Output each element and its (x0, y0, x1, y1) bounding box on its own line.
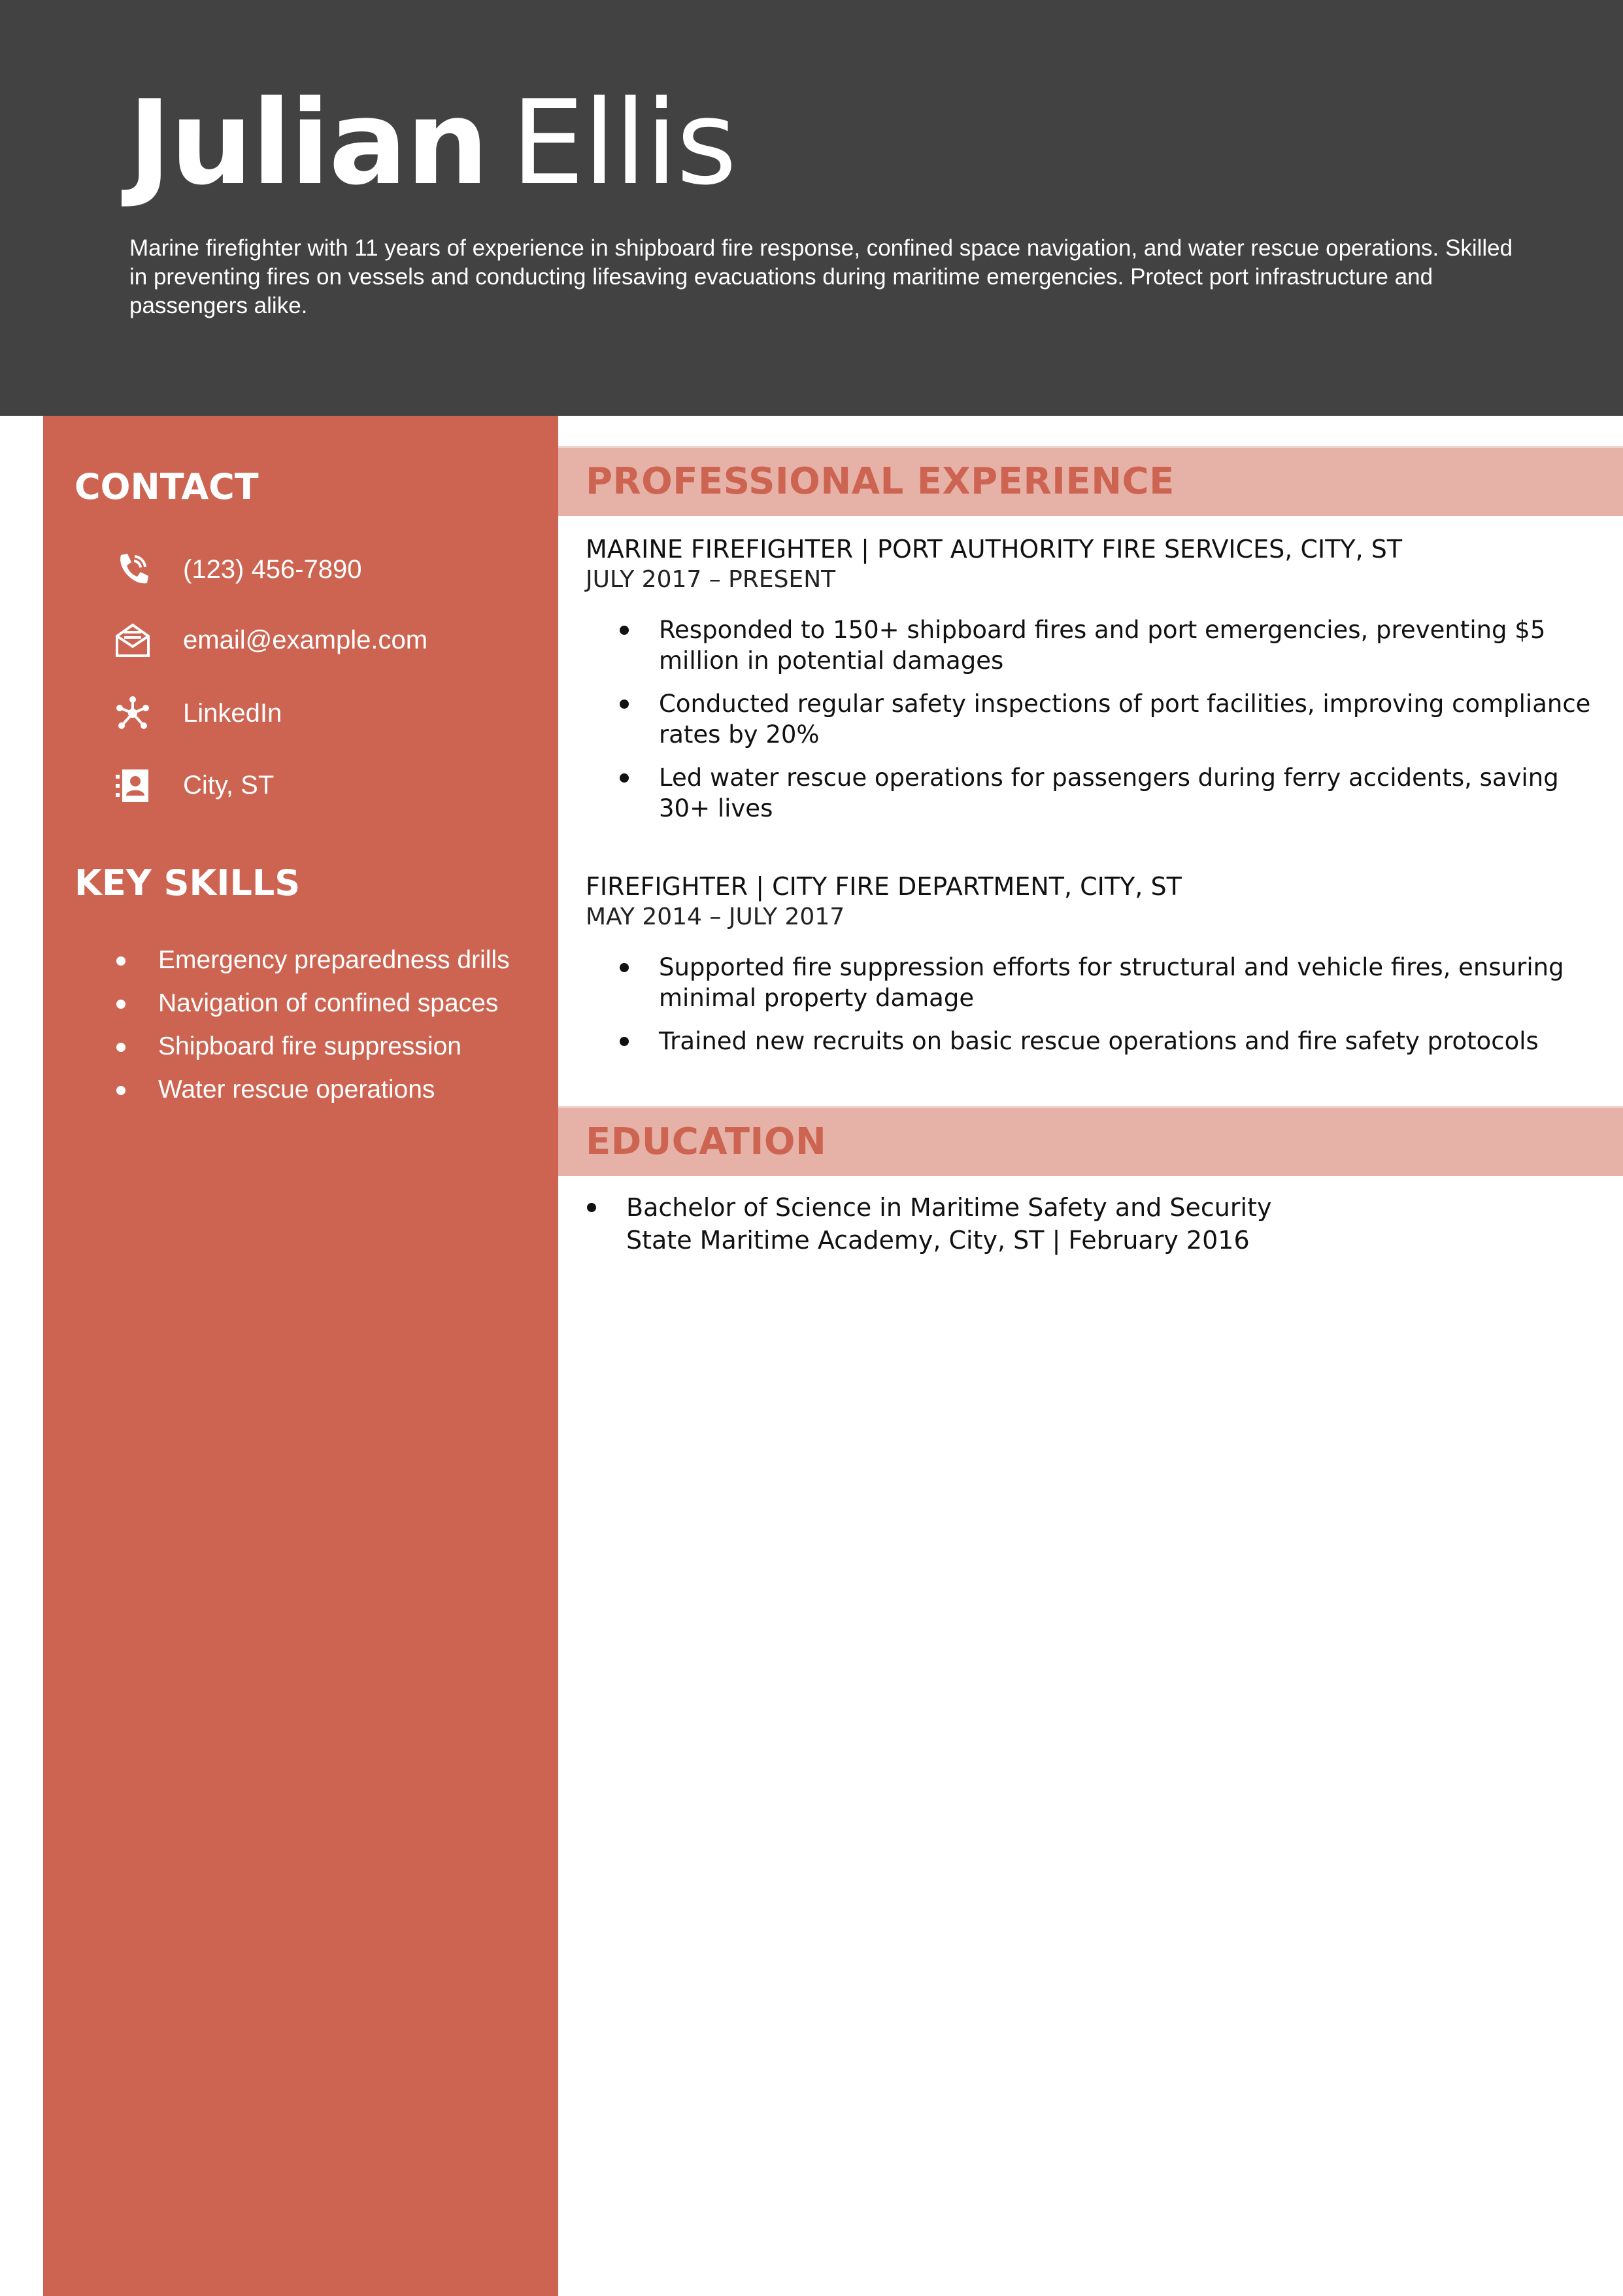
skill-item: Shipboard fire suppression (116, 1032, 522, 1062)
contact-email: email@example.com (114, 617, 427, 663)
job-title: MARINE FIREFIGHTER | PORT AUTHORITY FIRE… (586, 535, 1403, 564)
experience-heading: PROFESSIONAL EXPERIENCE (586, 460, 1175, 503)
candidate-name: Julian Ellis (128, 85, 737, 201)
job-bullet: Trained new recruits on basic rescue ope… (586, 1026, 1600, 1056)
skills-list: Emergency preparedness drills Navigation… (116, 945, 522, 1118)
skill-item: Water rescue operations (116, 1075, 522, 1105)
first-name: Julian (128, 75, 489, 211)
location: City, ST (183, 770, 275, 800)
education-heading: EDUCATION (586, 1121, 827, 1163)
contact-heading: CONTACT (75, 466, 259, 507)
address-card-icon (114, 766, 152, 804)
job-entry-1: MARINE FIREFIGHTER | PORT AUTHORITY FIRE… (586, 533, 1605, 836)
network-icon (114, 694, 152, 732)
last-name: Ellis (510, 75, 737, 211)
phone-icon (114, 550, 152, 588)
job-bullets: Supported fire suppression efforts for s… (586, 952, 1605, 1056)
education-section-header: EDUCATION (558, 1106, 1623, 1176)
degree: Bachelor of Science in Maritime Safety a… (586, 1191, 1271, 1224)
contact-linkedin: LinkedIn (114, 690, 282, 736)
phone-number: (123) 456-7890 (183, 554, 362, 584)
job-entry-2: FIREFIGHTER | CITY FIRE DEPARTMENT, CITY… (586, 871, 1605, 1069)
experience-section-header: PROFESSIONAL EXPERIENCE (558, 446, 1623, 516)
job-bullet: Led water rescue operations for passenge… (586, 762, 1600, 824)
job-dates: JULY 2017 – PRESENT (586, 566, 836, 593)
education-entry: Bachelor of Science in Maritime Safety a… (586, 1191, 1271, 1257)
job-bullet: Responded to 150+ shipboard fires and po… (586, 615, 1600, 676)
email-icon (114, 621, 152, 659)
skills-heading: KEY SKILLS (75, 862, 301, 903)
job-bullet: Conducted regular safety inspections of … (586, 688, 1600, 750)
job-bullet: Supported fire suppression efforts for s… (586, 952, 1600, 1013)
job-dates: MAY 2014 – JULY 2017 (586, 903, 845, 930)
job-bullets: Responded to 150+ shipboard fires and po… (586, 615, 1605, 824)
email-address[interactable]: email@example.com (183, 626, 427, 655)
skill-item: Navigation of confined spaces (116, 988, 522, 1019)
skill-item: Emergency preparedness drills (116, 945, 522, 975)
contact-phone: (123) 456-7890 (114, 547, 362, 592)
summary: Marine firefighter with 11 years of expe… (129, 235, 1513, 318)
job-title: FIREFIGHTER | CITY FIRE DEPARTMENT, CITY… (586, 872, 1182, 901)
header: Julian Ellis Marine firefighter with 11 y… (0, 0, 1623, 416)
linkedin-link[interactable]: LinkedIn (183, 699, 282, 728)
contact-location: City, ST (114, 762, 274, 808)
sidebar: CONTACT (123) 456-7890 email@example.com… (43, 416, 558, 2296)
school-and-date: State Maritime Academy, City, ST | Febru… (626, 1226, 1250, 1255)
